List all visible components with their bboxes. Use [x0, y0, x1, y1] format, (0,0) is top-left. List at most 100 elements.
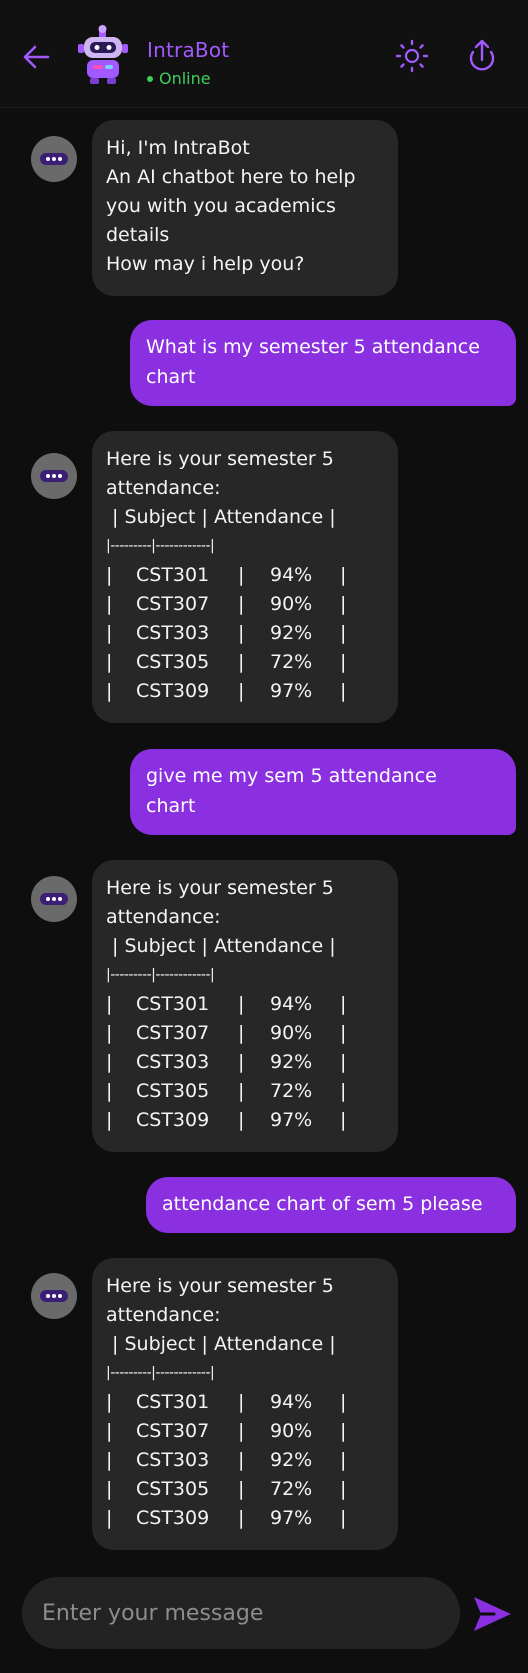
- robot-face-icon: [40, 1290, 68, 1302]
- attendance-cell: 72%: [270, 651, 313, 673]
- table-header: | Subject | Attendance |: [106, 935, 336, 957]
- attendance-cell: 92%: [270, 1051, 313, 1073]
- send-button[interactable]: [470, 1593, 514, 1635]
- attendance-cell: 94%: [270, 1391, 313, 1413]
- attendance-cell: 90%: [270, 1420, 313, 1442]
- bot-avatar-small: [31, 453, 77, 499]
- bot-bubble: Here is your semester 5 attendance: | Su…: [92, 860, 398, 1152]
- table-separator: |---------|------------|: [106, 1365, 215, 1381]
- table-row: | CST309 | 97% |: [106, 1504, 382, 1533]
- table-row: | CST307 | 90% |: [106, 1417, 382, 1446]
- message-line: Here is your semester 5: [106, 1275, 334, 1297]
- table-row: | CST307 | 90% |: [106, 590, 382, 619]
- attendance-cell: 72%: [270, 1478, 313, 1500]
- brightness-icon: [395, 39, 429, 73]
- table-row: | CST307 | 90% |: [106, 1019, 382, 1048]
- status-dot: [147, 75, 153, 82]
- subject-cell: CST305: [136, 651, 210, 673]
- user-message: What is my semester 5 attendance chart: [130, 320, 516, 406]
- message-line: details: [106, 224, 170, 246]
- user-message: give me my sem 5 attendance chart: [130, 749, 516, 835]
- bot-avatar: [74, 24, 132, 86]
- robot-face-icon: [40, 153, 68, 165]
- message-line: What is my semester 5 attendance: [146, 336, 480, 358]
- settings-button[interactable]: [394, 38, 430, 74]
- bot-name: IntraBot: [147, 38, 230, 62]
- table-row: | CST303 | 92% |: [106, 1048, 382, 1077]
- online-status: Online: [147, 69, 211, 88]
- subject-cell: CST307: [136, 593, 210, 615]
- attendance-cell: 92%: [270, 1449, 313, 1471]
- message-line: chart: [146, 795, 196, 817]
- subject-cell: CST303: [136, 1449, 210, 1471]
- message-line: attendance:: [106, 906, 221, 928]
- subject-cell: CST301: [136, 1391, 210, 1413]
- table-row: | CST309 | 97% |: [106, 677, 382, 706]
- table-separator: |---------|------------|: [106, 967, 215, 983]
- table-row: | CST305 | 72% |: [106, 1077, 382, 1106]
- bot-bubble: Hi, I'm IntraBot An AI chatbot here to h…: [92, 120, 398, 296]
- bot-bubble: Here is your semester 5 attendance: | Su…: [92, 1258, 398, 1550]
- message-line: you with you academics: [106, 195, 336, 217]
- attendance-cell: 97%: [270, 1507, 313, 1529]
- table-row: | CST305 | 72% |: [106, 1475, 382, 1504]
- subject-cell: CST305: [136, 1080, 210, 1102]
- message-line: Here is your semester 5: [106, 448, 334, 470]
- attendance-cell: 97%: [270, 1109, 313, 1131]
- user-message: attendance chart of sem 5 please: [146, 1177, 516, 1233]
- attendance-cell: 94%: [270, 993, 313, 1015]
- bot-avatar-small: [31, 136, 77, 182]
- message-line: attendance:: [106, 477, 221, 499]
- table-row: | CST303 | 92% |: [106, 1446, 382, 1475]
- table-row: | CST309 | 97% |: [106, 1106, 382, 1135]
- message-line: Here is your semester 5: [106, 877, 334, 899]
- subject-cell: CST307: [136, 1420, 210, 1442]
- table-header: | Subject | Attendance |: [106, 1333, 336, 1355]
- subject-cell: CST309: [136, 1507, 210, 1529]
- subject-cell: CST307: [136, 1022, 210, 1044]
- message-line: An AI chatbot here to help: [106, 166, 356, 188]
- chat-screen: IntraBot Online Hi, I'm IntraBot An AI c…: [0, 0, 528, 1673]
- robot-face-icon: [40, 893, 68, 905]
- subject-cell: CST301: [136, 993, 210, 1015]
- subject-cell: CST309: [136, 1109, 210, 1131]
- subject-cell: CST303: [136, 622, 210, 644]
- message-line: give me my sem 5 attendance: [146, 765, 437, 787]
- table-row: | CST305 | 72% |: [106, 648, 382, 677]
- attendance-cell: 72%: [270, 1080, 313, 1102]
- share-button[interactable]: [464, 36, 500, 74]
- attendance-cell: 90%: [270, 1022, 313, 1044]
- message-line: attendance:: [106, 1304, 221, 1326]
- send-icon: [474, 1597, 511, 1631]
- table-separator: |---------|------------|: [106, 538, 215, 554]
- table-row: | CST301 | 94% |: [106, 561, 382, 590]
- bot-bubble: Here is your semester 5 attendance: | Su…: [92, 431, 398, 723]
- message-line: How may i help you?: [106, 253, 305, 275]
- subject-cell: CST309: [136, 680, 210, 702]
- subject-cell: CST305: [136, 1478, 210, 1500]
- table-header: | Subject | Attendance |: [106, 506, 336, 528]
- chat-header: IntraBot Online: [0, 0, 528, 108]
- subject-cell: CST301: [136, 564, 210, 586]
- table-row: | CST301 | 94% |: [106, 1388, 382, 1417]
- attendance-cell: 94%: [270, 564, 313, 586]
- attendance-cell: 92%: [270, 622, 313, 644]
- attendance-cell: 97%: [270, 680, 313, 702]
- robot-icon: [78, 25, 128, 84]
- message-line: Hi, I'm IntraBot: [106, 137, 250, 159]
- message-line: attendance chart of sem 5 please: [162, 1193, 483, 1215]
- message-line: chart: [146, 366, 196, 388]
- message-input[interactable]: [42, 1577, 442, 1649]
- bot-avatar-small: [31, 876, 77, 922]
- bot-avatar-small: [31, 1273, 77, 1319]
- message-composer: [22, 1577, 460, 1649]
- subject-cell: CST303: [136, 1051, 210, 1073]
- arrow-left-icon: [23, 45, 50, 69]
- back-button[interactable]: [18, 38, 56, 76]
- upload-icon: [469, 39, 495, 71]
- robot-face-icon: [40, 470, 68, 482]
- table-row: | CST301 | 94% |: [106, 990, 382, 1019]
- attendance-cell: 90%: [270, 593, 313, 615]
- table-row: | CST303 | 92% |: [106, 619, 382, 648]
- status-label: Online: [159, 69, 211, 88]
